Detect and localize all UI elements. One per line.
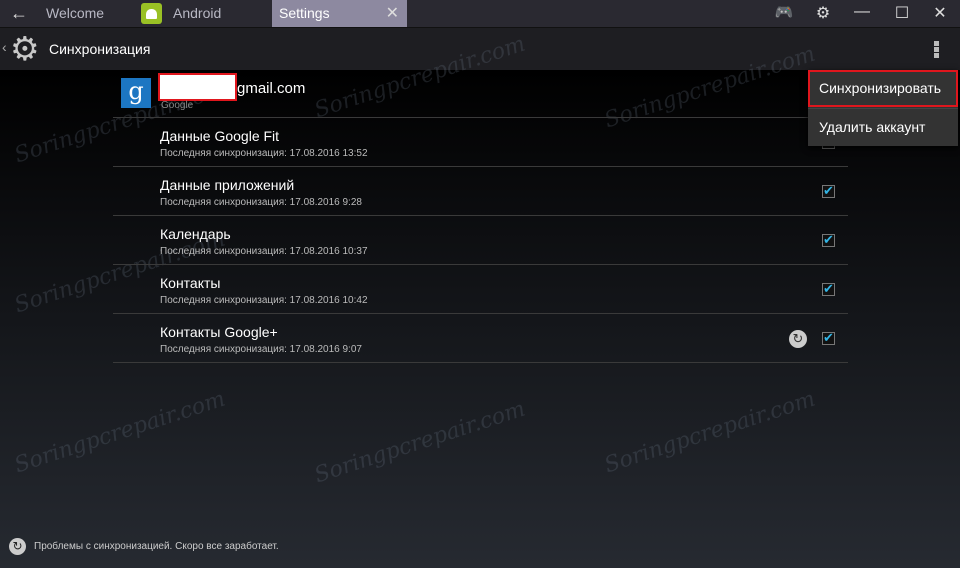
list-item[interactable]: Данные Google Fit Последняя синхронизация… [113, 118, 848, 167]
item-title: Контакты Google+ [160, 324, 278, 340]
android-icon [141, 3, 162, 24]
chevron-left-icon[interactable]: ‹ [2, 39, 7, 55]
status-text: Проблемы с синхронизацией. Скоро все зар… [34, 541, 279, 553]
sync-problem-icon: ↻ [789, 330, 807, 348]
item-subtitle: Последняя синхронизация: 17.08.2016 9:07 [160, 344, 362, 355]
tab-welcome[interactable]: Welcome [46, 0, 136, 27]
item-title: Данные приложений [160, 177, 295, 193]
list-item[interactable]: Данные приложений Последняя синхронизация… [113, 167, 848, 216]
action-bar: ‹ ⚙ Синхронизация [0, 28, 960, 70]
redacted-email [158, 73, 237, 101]
list-item[interactable]: Контакты Google+ Последняя синхронизация:… [113, 314, 848, 363]
item-title: Контакты [160, 275, 221, 291]
overflow-menu: Синхронизировать Удалить аккаунт [808, 70, 958, 146]
menu-item-remove-account[interactable]: Удалить аккаунт [808, 108, 958, 145]
item-title: Календарь [160, 226, 231, 242]
status-bar: ↻ Проблемы с синхронизацией. Скоро все за… [9, 538, 279, 555]
account-row: g gmail.com Google [113, 70, 848, 118]
sync-checkbox[interactable] [822, 183, 835, 199]
item-subtitle: Последняя синхронизация: 17.08.2016 13:5… [160, 148, 368, 159]
tab-label: Settings [279, 5, 330, 21]
account-provider: Google [161, 100, 194, 111]
maximize-button[interactable]: ☐ [890, 3, 914, 23]
back-arrow-icon[interactable]: ← [10, 3, 28, 24]
tab-android[interactable]: Android [173, 0, 268, 27]
list-item[interactable]: Контакты Последняя синхронизация: 17.08.2… [113, 265, 848, 314]
item-title: Данные Google Fit [160, 128, 280, 144]
tab-label: Android [173, 5, 222, 21]
sync-checkbox[interactable] [822, 330, 835, 346]
watermark: Soringpcrepair.com [311, 396, 529, 489]
menu-item-sync-now[interactable]: Синхронизировать [808, 70, 958, 107]
minimize-button[interactable]: — [850, 3, 874, 21]
close-tab-icon[interactable]: ✕ [386, 0, 399, 27]
settings-gear-icon[interactable]: ⚙ [10, 32, 40, 66]
page-title: Синхронизация [49, 41, 151, 57]
item-subtitle: Последняя синхронизация: 17.08.2016 10:4… [160, 295, 368, 306]
item-subtitle: Последняя синхронизация: 17.08.2016 9:28 [160, 197, 362, 208]
sync-checkbox[interactable] [822, 281, 835, 297]
gear-icon[interactable]: ⚙ [811, 3, 835, 23]
sync-problem-icon: ↻ [9, 538, 26, 555]
sync-checkbox[interactable] [822, 232, 835, 248]
title-bar: ← Welcome Android Settings ✕ 🎮 ⚙ — ☐ ✕ [0, 0, 960, 28]
list-item[interactable]: Календарь Последняя синхронизация: 17.08.… [113, 216, 848, 265]
account-email: gmail.com [237, 80, 306, 97]
close-button[interactable]: ✕ [928, 3, 952, 23]
tab-settings[interactable]: Settings ✕ [272, 0, 407, 27]
google-account-icon: g [121, 78, 151, 108]
item-subtitle: Последняя синхронизация: 17.08.2016 10:3… [160, 246, 368, 257]
watermark: Soringpcrepair.com [11, 386, 229, 479]
tab-label: Welcome [46, 5, 105, 21]
gamepad-icon[interactable]: 🎮 [772, 3, 796, 21]
overflow-menu-icon[interactable] [928, 40, 944, 60]
watermark: Soringpcrepair.com [601, 386, 819, 479]
sync-list: g gmail.com Google Данные Google Fit Посл… [113, 70, 848, 363]
